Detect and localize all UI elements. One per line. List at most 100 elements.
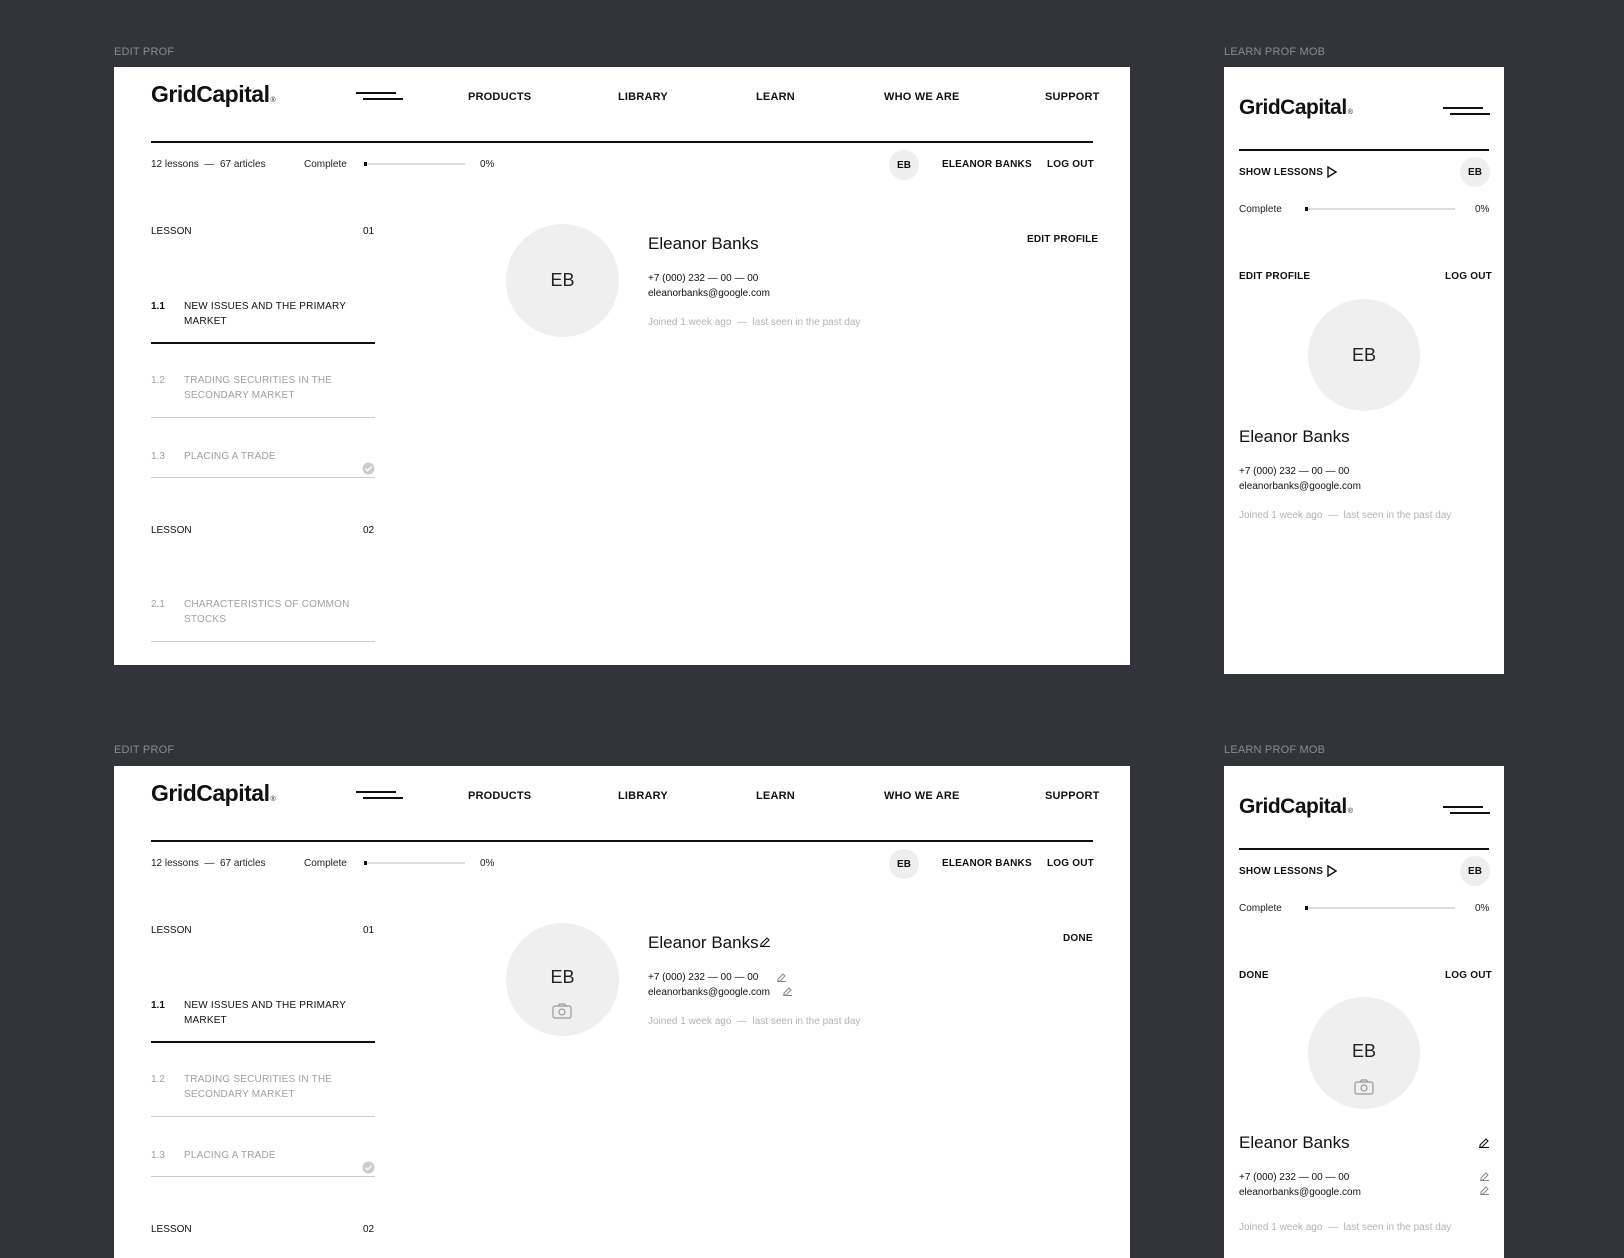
nav-who-we-are[interactable]: WHO WE ARE — [884, 91, 960, 103]
lesson-label: LESSON — [151, 925, 192, 936]
lesson-divider — [151, 641, 375, 642]
nav-library[interactable]: LIBRARY — [618, 91, 668, 103]
frame-label: LEARN PROF MOB — [1224, 744, 1326, 756]
edit-profile-button[interactable]: EDIT PROFILE — [1239, 271, 1310, 282]
lesson-number: 01 — [363, 226, 375, 237]
edit-pencil-icon[interactable] — [776, 971, 787, 982]
menu-icon[interactable] — [356, 91, 403, 103]
logo[interactable]: GridCapital® — [151, 780, 276, 807]
progress-bar — [364, 162, 465, 166]
nav-support[interactable]: SUPPORT — [1045, 790, 1100, 802]
complete-label: Complete — [304, 858, 347, 869]
lesson-item-common-stocks[interactable]: CHARACTERISTICS OF COMMON STOCKS — [184, 597, 354, 627]
logout-link[interactable]: LOG OUT — [1047, 159, 1094, 170]
lessons-count: 12 lessons — 67 articles — [151, 858, 266, 869]
profile-phone: +7 (000) 232 — 00 — 00 — [1239, 466, 1350, 477]
nav-products[interactable]: PRODUCTS — [468, 790, 531, 802]
show-lessons-button[interactable]: SHOW LESSONS — [1239, 167, 1323, 178]
play-icon[interactable] — [1327, 865, 1337, 877]
edit-pencil-icon[interactable] — [759, 935, 771, 947]
header-divider — [1239, 149, 1489, 151]
done-button[interactable]: DONE — [1239, 970, 1269, 981]
lesson-item-number: 1.3 — [151, 451, 165, 462]
profile-activity: Joined 1 week ago — last seen in the pas… — [648, 1016, 861, 1027]
logo[interactable]: GridCapital® — [1239, 96, 1353, 120]
profile-activity: Joined 1 week ago — last seen in the pas… — [1239, 510, 1452, 521]
lesson-item-number: 1.3 — [151, 1150, 165, 1161]
lessons-count: 12 lessons — 67 articles — [151, 159, 266, 170]
logout-link[interactable]: LOG OUT — [1445, 970, 1492, 981]
lesson-item-placing-trade[interactable]: PLACING A TRADE — [184, 1148, 354, 1163]
menu-icon[interactable] — [1443, 106, 1490, 118]
lesson-divider — [151, 477, 375, 478]
profile-email: eleanorbanks@google.com — [1239, 481, 1361, 492]
profile-name: Eleanor Banks — [648, 933, 759, 952]
lesson-item-primary-market[interactable]: NEW ISSUES AND THE PRIMARY MARKET — [184, 998, 354, 1028]
menu-icon[interactable] — [356, 790, 403, 802]
lesson-number: 02 — [363, 1224, 375, 1235]
frame-label: EDIT PROF — [114, 46, 175, 58]
profile-activity: Joined 1 week ago — last seen in the pas… — [1239, 1222, 1452, 1233]
menu-icon[interactable] — [1443, 805, 1490, 817]
desktop-profile-edit: GridCapital® PRODUCTS LIBRARY LEARN WHO … — [114, 766, 1130, 1258]
lesson-divider — [151, 1176, 375, 1177]
camera-icon[interactable] — [552, 1003, 572, 1019]
progress-bar — [1305, 906, 1455, 910]
nav-support[interactable]: SUPPORT — [1045, 91, 1100, 103]
nav-learn[interactable]: LEARN — [756, 91, 795, 103]
nav-library[interactable]: LIBRARY — [618, 790, 668, 802]
lesson-number: 02 — [363, 525, 375, 536]
nav-learn[interactable]: LEARN — [756, 790, 795, 802]
profile-name: Eleanor Banks — [1239, 427, 1350, 446]
nav-products[interactable]: PRODUCTS — [468, 91, 531, 103]
done-button[interactable]: DONE — [1063, 933, 1093, 944]
profile-email: eleanorbanks@google.com — [648, 987, 770, 998]
lesson-item-placing-trade[interactable]: PLACING A TRADE — [184, 449, 354, 464]
user-name-link[interactable]: ELEANOR BANKS — [942, 159, 1032, 170]
lesson-item-secondary-market[interactable]: TRADING SECURITIES IN THE SECONDARY MARK… — [184, 1072, 354, 1102]
logo[interactable]: GridCapital® — [1239, 795, 1353, 819]
lesson-divider — [151, 1041, 375, 1043]
avatar-badge[interactable]: EB — [1460, 157, 1490, 187]
progress-percent: 0% — [1475, 903, 1490, 914]
lesson-label: LESSON — [151, 1224, 192, 1235]
edit-pencil-icon[interactable] — [1479, 1184, 1490, 1195]
progress-bar — [364, 861, 465, 865]
camera-icon[interactable] — [1354, 1079, 1374, 1095]
header-divider — [151, 141, 1093, 143]
avatar-initials: EB — [550, 967, 575, 987]
lesson-divider — [151, 342, 375, 344]
profile-avatar-editable[interactable]: EB — [506, 923, 619, 1036]
logout-link[interactable]: LOG OUT — [1047, 858, 1094, 869]
user-name-link[interactable]: ELEANOR BANKS — [942, 858, 1032, 869]
avatar-badge[interactable]: EB — [889, 849, 919, 879]
check-circle-icon — [362, 462, 375, 475]
show-lessons-button[interactable]: SHOW LESSONS — [1239, 866, 1323, 877]
edit-pencil-icon[interactable] — [1479, 1170, 1490, 1181]
logo[interactable]: GridCapital® — [151, 81, 276, 108]
lesson-item-number: 2.1 — [151, 599, 165, 610]
profile-name: Eleanor Banks — [1239, 1133, 1350, 1152]
lesson-item-primary-market[interactable]: NEW ISSUES AND THE PRIMARY MARKET — [184, 299, 354, 329]
lesson-item-number: 1.1 — [151, 1000, 165, 1011]
lesson-label: LESSON — [151, 525, 192, 536]
lesson-item-secondary-market[interactable]: TRADING SECURITIES IN THE SECONDARY MARK… — [184, 373, 354, 403]
lesson-divider — [151, 1116, 375, 1117]
frame-label: EDIT PROF — [114, 744, 175, 756]
avatar-badge[interactable]: EB — [889, 150, 919, 180]
edit-pencil-icon[interactable] — [782, 985, 793, 996]
edit-profile-button[interactable]: EDIT PROFILE — [1027, 234, 1098, 245]
profile-activity: Joined 1 week ago — last seen in the pas… — [648, 317, 861, 328]
play-icon[interactable] — [1327, 166, 1337, 178]
edit-pencil-icon[interactable] — [1478, 1136, 1490, 1148]
profile-avatar: EB — [506, 224, 619, 337]
profile-avatar: EB — [1308, 299, 1420, 411]
lesson-item-number: 1.1 — [151, 301, 165, 312]
nav-who-we-are[interactable]: WHO WE ARE — [884, 790, 960, 802]
complete-label: Complete — [1239, 903, 1282, 914]
logout-link[interactable]: LOG OUT — [1445, 271, 1492, 282]
complete-label: Complete — [1239, 204, 1282, 215]
lesson-item-number: 1.2 — [151, 1074, 165, 1085]
progress-percent: 0% — [480, 159, 495, 170]
avatar-badge[interactable]: EB — [1460, 856, 1490, 886]
